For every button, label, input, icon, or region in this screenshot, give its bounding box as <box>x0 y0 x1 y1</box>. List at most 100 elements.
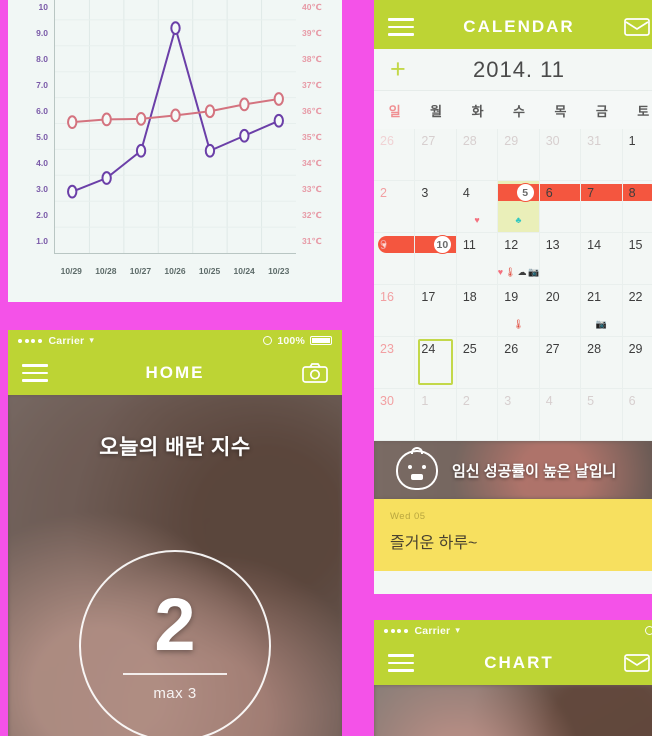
calendar-day-cell[interactable]: 14 <box>581 233 623 285</box>
calendar-day-cell[interactable]: 6 <box>622 389 652 441</box>
calendar-day-cell[interactable]: 18 <box>456 285 499 337</box>
chart-canvas: 10 9.0 8.0 7.0 6.0 5.0 4.0 3.0 2.0 1.0 40℃ 39℃ 38℃ 3… <box>8 0 342 302</box>
calendar-screen-panel: Carrier ▾ CALENDAR + 2014. 11 일월화수목금토 26… <box>374 0 652 594</box>
calendar-day-cell[interactable]: 28 <box>456 129 499 181</box>
camera-icon[interactable] <box>302 363 328 383</box>
chart-left-tick: 10 <box>38 2 48 12</box>
hamburger-menu-icon[interactable] <box>22 364 48 382</box>
calendar-day-cell[interactable]: 30 <box>539 129 582 181</box>
calendar-day-number: 1 <box>421 394 429 408</box>
chart-right-tick: 39℃ <box>302 28 322 38</box>
calendar-day-number: 26 <box>504 342 519 356</box>
note-day-label: Wed 05 <box>390 511 426 522</box>
calendar-day-cell[interactable]: 30 <box>374 389 416 441</box>
chart-point <box>137 113 145 125</box>
chart-plot-area <box>54 0 296 254</box>
calendar-day-cell[interactable]: 2 <box>456 389 499 441</box>
carrier-label: Carrier <box>414 624 451 637</box>
calendar-note-card[interactable]: Wed 05 즐거운 하루~ <box>374 499 652 571</box>
calendar-day-number: 12 <box>504 238 519 252</box>
calendar-day-cell[interactable]: 19 🌡 <box>498 285 540 337</box>
chart-point <box>206 145 214 157</box>
mail-icon[interactable] <box>624 17 650 37</box>
chart-graph-panel: 10 9.0 8.0 7.0 6.0 5.0 4.0 3.0 2.0 1.0 40℃ 39℃ 38℃ 3… <box>8 0 342 302</box>
home-screen-panel: Carrier ▾ 100% HOME 오늘의 배란 지수 2 max 3 <box>8 330 342 736</box>
calendar-day-cell[interactable]: 22 <box>622 285 652 337</box>
calendar-day-cell[interactable]: 12 ♥ 🌡 ☁ 📷 <box>498 233 540 285</box>
plus-icon[interactable]: + <box>390 56 406 83</box>
calendar-day-cell[interactable]: 25 <box>456 337 499 389</box>
calendar-day-cell[interactable]: 29 <box>498 129 540 181</box>
calendar-day-cell[interactable]: 17 <box>415 285 457 337</box>
signal-strength-icon <box>384 628 408 633</box>
calendar-day-number: 17 <box>421 290 436 304</box>
calendar-day-cell[interactable]: 11 <box>456 233 499 285</box>
calendar-day-cell[interactable]: 4 <box>539 389 582 441</box>
calendar-day-cell[interactable]: 26 <box>498 337 540 389</box>
calendar-day-cell[interactable]: 1 <box>622 129 652 181</box>
calendar-day-cell[interactable]: 20 <box>539 285 582 337</box>
calendar-day-number: 18 <box>462 290 477 304</box>
calendar-day-number: 19 <box>504 290 519 304</box>
calendar-day-cell[interactable]: 24 <box>415 337 457 389</box>
home-nav-bar: HOME <box>8 351 342 395</box>
page-title: CHART <box>484 653 554 672</box>
calendar-day-cell[interactable]: 29 <box>622 337 652 389</box>
leaf-icon: ♣ <box>515 215 522 225</box>
chart-left-tick: 2.0 <box>36 210 48 220</box>
period-range-handle[interactable]: 10 <box>432 235 452 254</box>
camera-icon: 📷 <box>595 319 607 329</box>
chart-left-tick: 8.0 <box>36 54 48 64</box>
calendar-day-cell[interactable]: 4 ♥ <box>456 181 499 233</box>
calendar-day-cell[interactable]: 8 <box>622 181 652 233</box>
calendar-day-cell[interactable]: 7 <box>581 181 623 233</box>
calendar-day-cell[interactable]: 26 <box>374 129 416 181</box>
calendar-day-cell[interactable]: 3 <box>415 181 457 233</box>
calendar-day-number: 7 <box>587 186 595 200</box>
calendar-day-cell[interactable]: 15 <box>622 233 652 285</box>
chart-nav-bar: CHART <box>374 641 652 685</box>
calendar-day-cell[interactable]: 2 <box>374 181 416 233</box>
status-bar-right <box>645 626 652 635</box>
calendar-day-cell[interactable]: 23 <box>374 337 416 389</box>
ovulation-index-dial[interactable]: 2 max 3 <box>79 550 271 736</box>
chart-point <box>102 114 110 126</box>
calendar-day-cell[interactable]: 55♣ <box>498 181 540 233</box>
calendar-weekday-3: 수 <box>513 104 525 119</box>
calendar-day-cell[interactable]: 1010 <box>415 233 457 285</box>
lock-icon <box>645 626 652 635</box>
chart-point <box>275 115 283 127</box>
calendar-weekday-0: 일 <box>388 104 401 119</box>
calendar-day-cell[interactable]: 13 <box>539 233 582 285</box>
calendar-day-cell[interactable]: 6 <box>539 181 582 233</box>
calendar-weekday-header: 일월화수목금토 <box>374 91 652 129</box>
hamburger-menu-icon[interactable] <box>388 654 414 672</box>
chart-right-tick: 32℃ <box>302 210 322 220</box>
calendar-day-cell[interactable]: 27 <box>539 337 582 389</box>
chart-content: 오늘의 배란 지수 <box>374 685 652 736</box>
calendar-day-cell[interactable]: ▾ 9 <box>374 233 416 285</box>
period-range-handle[interactable]: 5 <box>515 183 535 202</box>
calendar-day-cell[interactable]: 5 <box>581 389 623 441</box>
calendar-day-number: 1 <box>628 134 636 148</box>
calendar-weekday-5: 금 <box>595 104 608 119</box>
chart-right-tick: 35℃ <box>302 132 322 142</box>
mail-icon[interactable] <box>624 653 650 673</box>
calendar-day-cell[interactable]: 16 <box>374 285 416 337</box>
ovulation-max-label: max 3 <box>153 684 197 702</box>
chart-status-bar: Carrier ▾ <box>374 620 652 641</box>
status-bar-right: 100% <box>263 335 332 347</box>
chart-right-tick: 34℃ <box>302 158 322 168</box>
calendar-day-cell[interactable]: 28 <box>581 337 623 389</box>
chart-left-tick: 5.0 <box>36 132 48 142</box>
chart-x-tick: 10/25 <box>198 266 221 276</box>
calendar-day-cell[interactable]: 31 <box>581 129 623 181</box>
chart-right-tick: 36℃ <box>302 106 322 116</box>
calendar-promo-banner[interactable]: 임신 성공률이 높은 날입니 <box>374 441 652 499</box>
calendar-day-cell[interactable]: 27 <box>415 129 457 181</box>
calendar-day-cell[interactable]: 21 📷 <box>581 285 623 337</box>
calendar-day-cell[interactable]: 3 <box>498 389 540 441</box>
calendar-day-cell[interactable]: 1 <box>415 389 457 441</box>
calendar-day-number: 20 <box>545 290 560 304</box>
hamburger-menu-icon[interactable] <box>388 18 414 36</box>
